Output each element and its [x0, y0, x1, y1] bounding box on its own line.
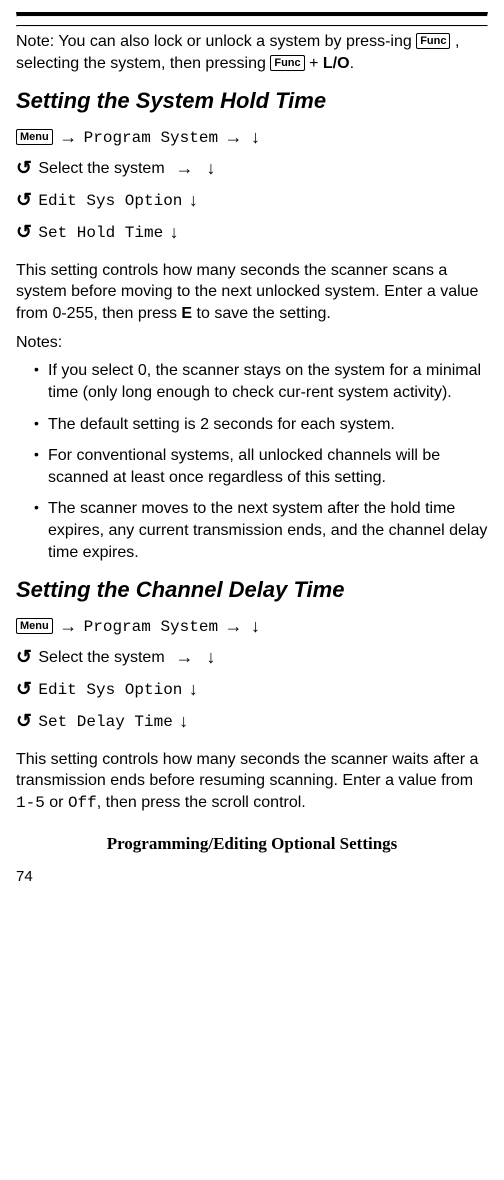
list-item: The scanner moves to the next system aft…: [34, 498, 488, 563]
arrow-right-icon: →: [223, 127, 245, 147]
hold-time-body: This setting controls how many seconds t…: [16, 260, 488, 325]
note-lo-bold: L/O: [323, 55, 350, 72]
note-paragraph: Note: You can also lock or unlock a syst…: [16, 31, 488, 74]
notes-label: Notes:: [16, 334, 488, 352]
menu-path-channel-delay: Menu → Program System → ↓ ↺ Select the s…: [16, 611, 488, 738]
page-number: 74: [16, 868, 488, 885]
top-rule-thin: [16, 25, 488, 27]
rotate-ccw-icon: ↺: [16, 222, 34, 243]
rotate-ccw-icon: ↺: [16, 679, 34, 700]
arrow-down-icon: ↓: [204, 647, 217, 667]
path-program-system-1: Program System: [84, 129, 218, 147]
arrow-right-icon: →: [57, 616, 79, 636]
heading-channel-delay: Setting the Channel Delay Time: [16, 577, 488, 603]
arrow-right-icon: →: [57, 127, 79, 147]
channel-delay-suffix: , then press the scroll control.: [97, 794, 306, 811]
note-prefix: Note: You can also lock or unlock a syst…: [16, 33, 416, 50]
arrow-down-icon: ↓: [168, 222, 181, 242]
channel-delay-mono-2: Off: [68, 794, 97, 812]
arrow-down-icon: ↓: [249, 127, 262, 147]
rotate-ccw-icon: ↺: [16, 190, 34, 211]
arrow-down-icon: ↓: [249, 616, 262, 636]
channel-delay-prefix: This setting controls how many seconds t…: [16, 751, 478, 790]
list-item: If you select 0, the scanner stays on th…: [34, 360, 488, 403]
rotate-ccw-icon: ↺: [16, 158, 34, 179]
arrow-right-icon: →: [174, 158, 196, 178]
list-item: For conventional systems, all unlocked c…: [34, 445, 488, 488]
arrow-right-icon: →: [223, 616, 245, 636]
arrow-right-icon: →: [174, 647, 196, 667]
menu-path-hold-time: Menu → Program System → ↓ ↺ Select the s…: [16, 122, 488, 249]
note-suffix: .: [350, 55, 354, 72]
channel-delay-body: This setting controls how many seconds t…: [16, 749, 488, 815]
notes-list: If you select 0, the scanner stays on th…: [16, 360, 488, 563]
menu-key-2: Menu: [16, 618, 53, 634]
channel-delay-mid: or: [45, 794, 68, 811]
footer-section-title: Programming/Editing Optional Settings: [16, 834, 488, 854]
arrow-down-icon: ↓: [177, 711, 190, 731]
path-program-system-2: Program System: [84, 618, 218, 636]
channel-delay-mono-1: 1-5: [16, 794, 45, 812]
func-key-2: Func: [270, 55, 304, 71]
func-key-1: Func: [416, 33, 450, 49]
note-mid2: +: [309, 55, 323, 72]
arrow-down-icon: ↓: [187, 679, 200, 699]
rotate-ccw-icon: ↺: [16, 647, 34, 668]
path-set-delay-time: Set Delay Time: [38, 713, 172, 731]
path-edit-sys-option-1: Edit Sys Option: [38, 192, 182, 210]
key-e-bold: E: [181, 305, 192, 322]
rotate-ccw-icon: ↺: [16, 711, 34, 732]
path-set-hold-time: Set Hold Time: [38, 224, 163, 242]
arrow-down-icon: ↓: [187, 190, 200, 210]
menu-key-1: Menu: [16, 129, 53, 145]
arrow-down-icon: ↓: [204, 158, 217, 178]
heading-hold-time: Setting the System Hold Time: [16, 88, 488, 114]
path-select-system-1: Select the system: [38, 160, 164, 177]
path-edit-sys-option-2: Edit Sys Option: [38, 681, 182, 699]
top-rule-thick: [16, 12, 488, 17]
list-item: The default setting is 2 seconds for eac…: [34, 414, 488, 436]
hold-time-body-suffix: to save the setting.: [192, 305, 331, 322]
path-select-system-2: Select the system: [38, 649, 164, 666]
